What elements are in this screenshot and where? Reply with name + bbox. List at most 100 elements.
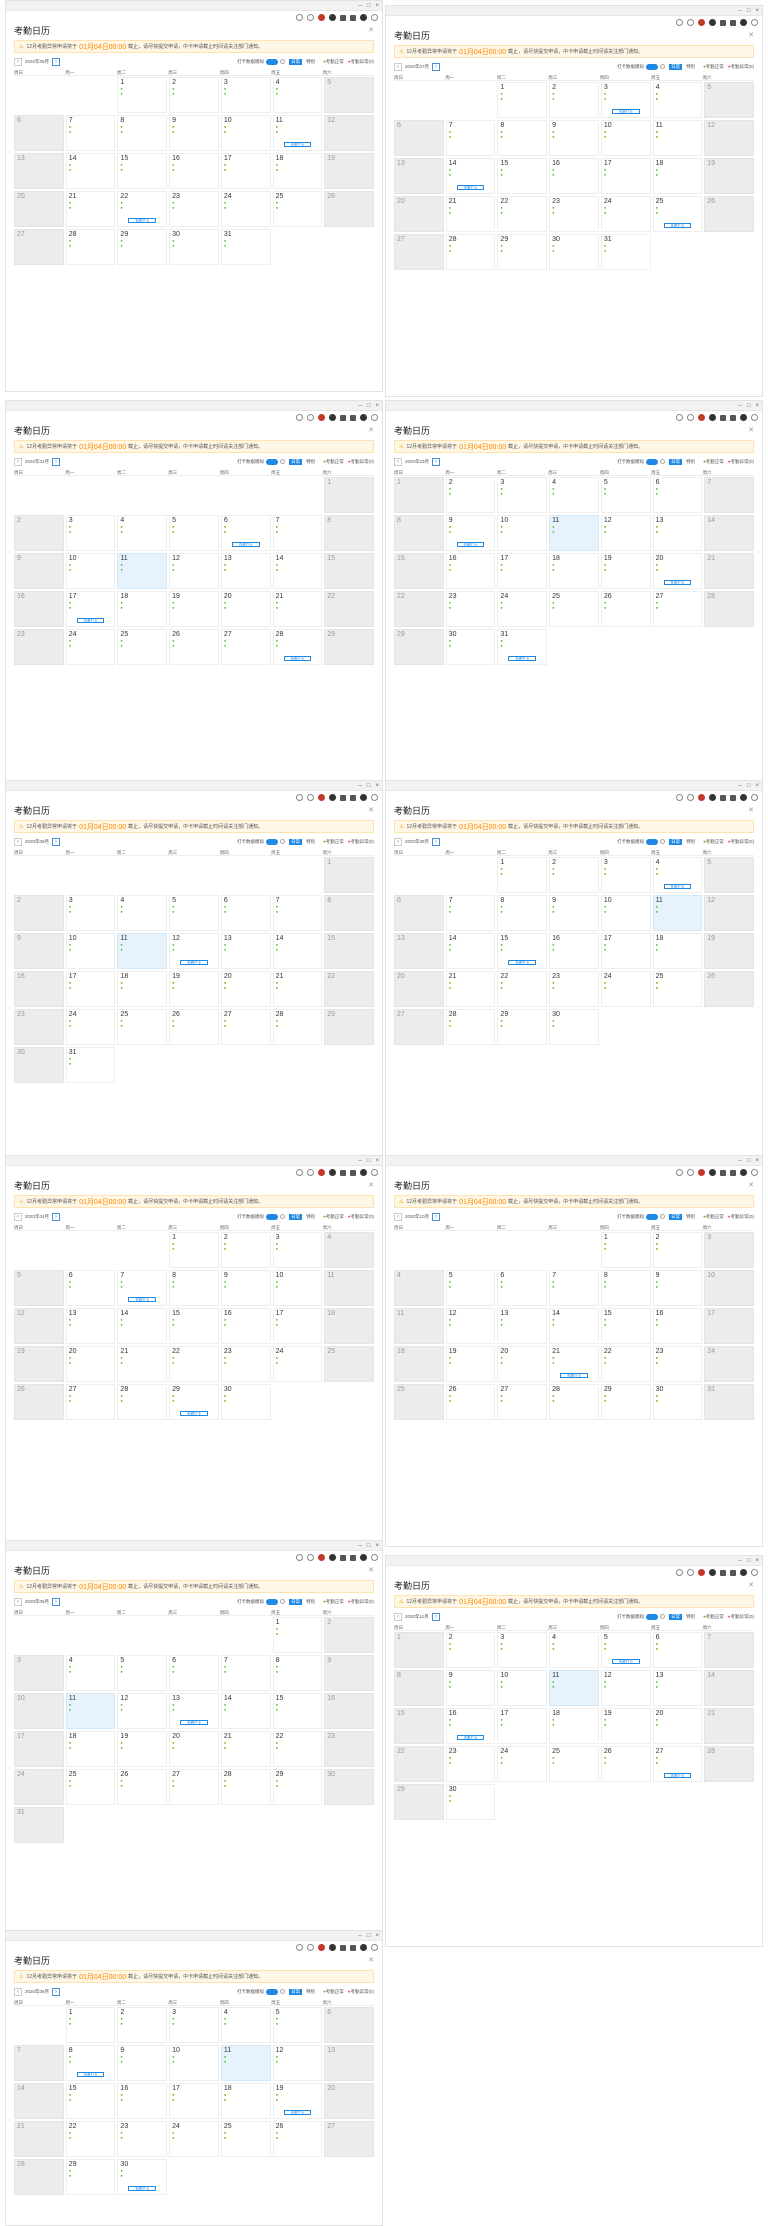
day-cell[interactable]: 1 ● ● bbox=[117, 77, 168, 113]
day-cell[interactable]: 22 ● ● bbox=[65, 2121, 116, 2157]
day-cell[interactable]: 22 ● ● 查看打卡 bbox=[117, 191, 168, 227]
day-cell[interactable]: 21 bbox=[704, 1708, 754, 1744]
day-cell[interactable]: 31 ● ● bbox=[220, 229, 271, 265]
day-cell[interactable]: 14 ● ● bbox=[272, 933, 323, 969]
day-cell[interactable]: 5 ● ● bbox=[169, 895, 219, 931]
day-cell[interactable]: 17 ● ● bbox=[600, 158, 651, 194]
cast-icon[interactable] bbox=[730, 414, 736, 421]
day-cell[interactable]: 18 ● ● bbox=[272, 153, 323, 189]
day-cell[interactable]: 19 ● ● bbox=[169, 591, 219, 627]
view-punch-button[interactable]: 查看打卡 bbox=[283, 142, 312, 147]
day-cell[interactable]: 4 ● ● bbox=[220, 2007, 271, 2043]
day-cell[interactable]: 12 ● ● bbox=[117, 1693, 168, 1729]
user-icon[interactable] bbox=[740, 1569, 747, 1576]
day-cell[interactable]: 4 bbox=[324, 1232, 374, 1268]
help-icon[interactable] bbox=[280, 1599, 286, 1604]
user-icon[interactable] bbox=[360, 414, 367, 421]
day-cell[interactable]: 26 ● ● bbox=[445, 1384, 496, 1420]
mode-normal-checkbox[interactable]: 日常 bbox=[289, 58, 303, 65]
day-cell[interactable]: 23 ● ● bbox=[220, 1346, 271, 1382]
day-cell[interactable]: 1 bbox=[324, 857, 374, 893]
day-cell[interactable]: 27 bbox=[14, 229, 64, 265]
day-cell[interactable]: 23 ● ● bbox=[169, 191, 219, 227]
day-cell[interactable]: 13 ● ● bbox=[652, 1670, 703, 1706]
day-cell[interactable]: 3 ● ● bbox=[497, 477, 548, 513]
day-cell[interactable]: 16 ● ● bbox=[169, 153, 219, 189]
day-cell[interactable]: 4 ● ● bbox=[65, 1655, 116, 1691]
minimize-icon[interactable]: – bbox=[739, 1158, 742, 1164]
day-cell[interactable]: 28 ● ● bbox=[445, 234, 496, 270]
red-app-icon[interactable] bbox=[698, 414, 705, 421]
day-cell[interactable]: 29 bbox=[324, 629, 374, 665]
maximize-icon[interactable]: □ bbox=[747, 1158, 751, 1164]
mode-normal-checkbox[interactable]: 日常 bbox=[289, 1213, 303, 1220]
day-cell[interactable]: 9 ● ● bbox=[549, 120, 599, 156]
day-cell[interactable]: 13 bbox=[394, 933, 444, 969]
day-cell[interactable]: 16 ● ● 查看打卡 bbox=[445, 1708, 496, 1744]
user-icon[interactable] bbox=[740, 794, 747, 801]
day-cell[interactable]: 27 ● ● bbox=[65, 1384, 116, 1420]
day-cell[interactable]: 26 ● ● bbox=[272, 2121, 323, 2157]
minimize-icon[interactable]: – bbox=[739, 8, 742, 14]
day-cell[interactable]: 5 bbox=[704, 82, 754, 118]
view-punch-button[interactable]: 查看打卡 bbox=[180, 1720, 208, 1725]
close-icon[interactable]: × bbox=[755, 403, 759, 409]
cast-icon[interactable] bbox=[730, 1169, 736, 1176]
refresh-icon[interactable] bbox=[676, 794, 683, 801]
day-cell[interactable]: 1 ● ● bbox=[497, 82, 548, 118]
day-cell[interactable]: 22 ● ● bbox=[497, 196, 548, 232]
help-icon[interactable] bbox=[280, 1989, 286, 1994]
close-icon[interactable]: × bbox=[375, 1158, 379, 1164]
next-month-button[interactable]: › bbox=[52, 1212, 61, 1221]
day-cell[interactable]: 14 ● ● bbox=[65, 153, 116, 189]
menu-icon[interactable] bbox=[751, 1569, 758, 1576]
day-cell[interactable]: 23 ● ● bbox=[445, 1746, 496, 1782]
dialog-close-icon[interactable]: ✕ bbox=[368, 26, 374, 34]
flag-icon[interactable] bbox=[340, 794, 346, 801]
day-cell[interactable]: 8 ● ● bbox=[497, 120, 548, 156]
day-cell[interactable]: 9 ● ● bbox=[652, 1270, 703, 1306]
menu-icon[interactable] bbox=[751, 1169, 758, 1176]
day-cell[interactable]: 28 ● ● bbox=[220, 1769, 271, 1805]
day-cell[interactable]: 12 ● ● bbox=[600, 1670, 651, 1706]
view-punch-button[interactable]: 查看打卡 bbox=[283, 2110, 312, 2115]
dialog-close-icon[interactable]: ✕ bbox=[748, 1581, 754, 1589]
day-cell[interactable]: 28 ● ● bbox=[445, 1009, 496, 1045]
day-cell[interactable]: 29 ● ● bbox=[497, 234, 548, 270]
day-cell[interactable]: 29 ● ● 查看打卡 bbox=[169, 1384, 219, 1420]
day-cell[interactable]: 22 bbox=[394, 1746, 444, 1782]
minimize-icon[interactable]: – bbox=[739, 403, 742, 409]
minimize-icon[interactable]: – bbox=[359, 1933, 362, 1939]
day-cell[interactable]: 5 bbox=[704, 857, 754, 893]
day-cell[interactable]: 27 ● ● 查看打卡 bbox=[652, 1746, 703, 1782]
day-cell[interactable]: 26 ● ● bbox=[117, 1769, 168, 1805]
day-cell[interactable]: 9 ● ● bbox=[220, 1270, 271, 1306]
next-month-button[interactable]: › bbox=[52, 1987, 61, 1996]
flag-icon[interactable] bbox=[720, 19, 726, 26]
day-cell[interactable]: 28 ● ● bbox=[549, 1384, 599, 1420]
day-cell[interactable]: 9 bbox=[14, 933, 64, 969]
user-icon[interactable] bbox=[360, 1944, 367, 1951]
day-cell[interactable]: 7 ● ● bbox=[65, 115, 116, 151]
next-month-button[interactable]: › bbox=[432, 457, 441, 466]
day-cell[interactable]: 10 ● ● bbox=[65, 933, 116, 969]
day-cell[interactable]: 29 ● ● bbox=[272, 1769, 323, 1805]
day-cell[interactable]: 5 ● ● bbox=[117, 1655, 168, 1691]
next-month-button[interactable]: › bbox=[52, 57, 61, 66]
day-cell[interactable]: 29 bbox=[394, 629, 444, 665]
day-cell[interactable]: 8 bbox=[324, 895, 374, 931]
day-cell[interactable]: 1 bbox=[394, 477, 444, 513]
day-cell[interactable]: 28 ● ● bbox=[117, 1384, 168, 1420]
view-punch-button[interactable]: 查看打卡 bbox=[456, 542, 485, 547]
day-cell[interactable]: 14 bbox=[14, 2083, 64, 2119]
day-cell[interactable]: 11 ● ● bbox=[549, 515, 599, 551]
edge-icon[interactable] bbox=[329, 794, 336, 801]
day-cell[interactable]: 22 bbox=[324, 971, 374, 1007]
day-cell[interactable]: 24 ● ● bbox=[220, 191, 271, 227]
day-cell[interactable]: 20 ● ● bbox=[220, 971, 271, 1007]
day-cell[interactable]: 3 ● ● bbox=[600, 857, 651, 893]
day-cell[interactable]: 19 ● ● bbox=[600, 553, 651, 589]
day-cell[interactable]: 14 ● ● 查看打卡 bbox=[445, 158, 496, 194]
maximize-icon[interactable]: □ bbox=[747, 403, 751, 409]
day-cell[interactable]: 5 bbox=[324, 77, 374, 113]
